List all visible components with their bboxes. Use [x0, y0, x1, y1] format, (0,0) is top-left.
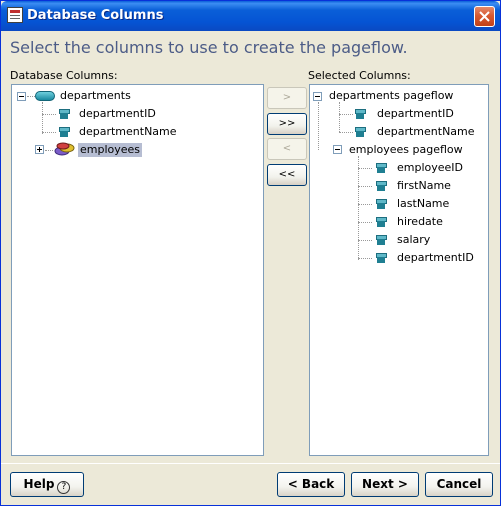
tree-node-lastname[interactable]: lastName: [397, 197, 449, 211]
table-group-icon: [54, 142, 75, 156]
add-all-button[interactable]: >>: [267, 113, 307, 135]
selected-columns-label: Selected Columns:: [308, 69, 411, 82]
database-columns-dialog: Database Columns Select the columns to u…: [0, 0, 501, 506]
expand-icon[interactable]: [35, 145, 44, 154]
help-icon: ?: [57, 481, 71, 494]
tree-node-employees-pageflow[interactable]: employees pageflow: [349, 143, 463, 157]
column-icon: [376, 163, 387, 173]
selected-columns-tree[interactable]: departments pageflow departmentID depart…: [309, 84, 489, 456]
column-icon: [376, 253, 387, 263]
column-icon: [59, 109, 70, 119]
tree-node-departments-pageflow[interactable]: departments pageflow: [329, 89, 453, 103]
tree-node-employeeid[interactable]: employeeID: [397, 161, 463, 175]
tree-node-departmentid[interactable]: departmentID: [397, 251, 474, 265]
column-icon: [355, 127, 366, 137]
tree-node-employees[interactable]: employees: [78, 143, 143, 157]
column-icon: [376, 217, 387, 227]
column-icon: [376, 235, 387, 245]
dialog-icon: [7, 7, 23, 23]
column-icon: [355, 109, 366, 119]
tree-node-departmentid[interactable]: departmentID: [79, 107, 156, 121]
database-columns-tree[interactable]: departments departmentID departmentName …: [11, 84, 264, 456]
collapse-icon[interactable]: [313, 92, 322, 101]
close-icon: [479, 11, 490, 22]
tree-node-hiredate[interactable]: hiredate: [397, 215, 443, 229]
help-label: Help: [23, 477, 55, 491]
cancel-button[interactable]: Cancel: [425, 472, 493, 497]
help-button[interactable]: Help?: [10, 472, 84, 497]
tree-node-salary[interactable]: salary: [397, 233, 430, 247]
next-button[interactable]: Next >: [351, 472, 419, 497]
remove-button[interactable]: <: [267, 138, 307, 160]
column-icon: [376, 199, 387, 209]
tree-node-departments[interactable]: departments: [60, 89, 131, 103]
tree-node-firstname[interactable]: firstName: [397, 179, 451, 193]
database-columns-label: Database Columns:: [10, 69, 118, 82]
page-heading: Select the columns to use to create the …: [10, 38, 408, 57]
back-button[interactable]: < Back: [277, 472, 345, 497]
column-icon: [59, 127, 70, 137]
add-button[interactable]: >: [267, 87, 307, 109]
close-button[interactable]: [474, 6, 495, 27]
tree-node-departmentname[interactable]: departmentName: [377, 125, 475, 139]
collapse-icon[interactable]: [333, 145, 342, 154]
database-table-icon: [35, 91, 55, 101]
tree-node-departmentid[interactable]: departmentID: [377, 107, 454, 121]
title-bar[interactable]: Database Columns: [1, 1, 500, 31]
footer-separator: [1, 463, 500, 464]
remove-all-button[interactable]: <<: [267, 164, 307, 186]
window-title: Database Columns: [27, 8, 164, 23]
tree-node-departmentname[interactable]: departmentName: [79, 125, 177, 139]
column-icon: [376, 181, 387, 191]
collapse-icon[interactable]: [17, 92, 26, 101]
